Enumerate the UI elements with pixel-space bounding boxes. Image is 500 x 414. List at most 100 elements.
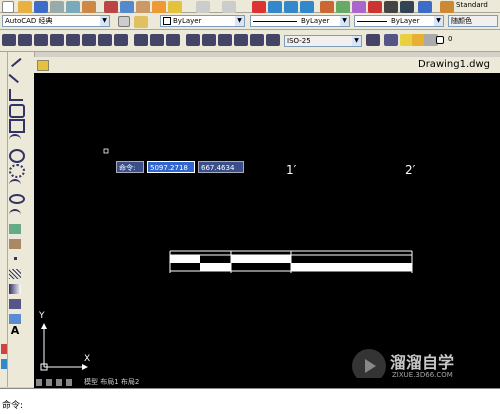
- aligned-dimension-icon[interactable]: [18, 34, 32, 46]
- insert-block-icon[interactable]: [9, 224, 21, 234]
- polygon-icon[interactable]: [9, 104, 25, 118]
- workspace-settings-icon[interactable]: [118, 16, 130, 27]
- design-center-icon[interactable]: [336, 1, 350, 13]
- plotstyle-combo[interactable]: 随颜色: [448, 15, 498, 27]
- dimension-update-icon[interactable]: [266, 34, 280, 46]
- dynamic-input-y[interactable]: 667.4634: [198, 161, 244, 173]
- undo-icon[interactable]: [196, 1, 210, 13]
- revision-cloud-icon[interactable]: [9, 164, 25, 178]
- markup-icon[interactable]: [384, 1, 398, 13]
- ellipse-icon[interactable]: [9, 194, 25, 204]
- table-icon[interactable]: [9, 314, 21, 324]
- draw-toolbar: A: [0, 52, 35, 387]
- scale-label-2: 2′: [405, 163, 416, 177]
- text-style-icon[interactable]: [440, 1, 454, 13]
- dimstyle-combo[interactable]: ISO-25 ▼: [284, 35, 362, 47]
- radius-icon[interactable]: [66, 34, 80, 46]
- ucs-y-label: Y: [39, 311, 45, 321]
- quick-dimension-icon[interactable]: [134, 34, 148, 46]
- jogged-icon[interactable]: [82, 34, 96, 46]
- dimension-text-edit-icon[interactable]: [250, 34, 264, 46]
- save-icon[interactable]: [34, 1, 48, 13]
- line-sample-icon: [357, 20, 387, 22]
- spline-icon[interactable]: [9, 179, 21, 191]
- tab-nav-icon[interactable]: [36, 379, 42, 386]
- make-block-icon[interactable]: [9, 239, 21, 249]
- dynamic-input-x[interactable]: 5097.2718: [147, 161, 195, 173]
- linetype-combo[interactable]: ByLayer ▼: [250, 15, 350, 27]
- watermark-text-cn: 溜溜自学: [390, 353, 455, 372]
- arc-icon[interactable]: [9, 134, 21, 146]
- continue-icon[interactable]: [166, 34, 180, 46]
- toolbar-divider: [7, 52, 8, 387]
- new-file-icon[interactable]: [2, 1, 14, 13]
- layer-color-icon[interactable]: [436, 36, 444, 44]
- tab-nav-icon[interactable]: [56, 379, 62, 386]
- layout-tabs-text[interactable]: 模型 布局1 布局2: [84, 378, 139, 387]
- rectangle-icon[interactable]: [9, 119, 25, 133]
- tolerance-icon[interactable]: [202, 34, 216, 46]
- zoom-realtime-icon[interactable]: [268, 1, 282, 13]
- linear-dimension-icon[interactable]: [2, 34, 16, 46]
- properties-icon[interactable]: [320, 1, 334, 13]
- gradient-icon[interactable]: [9, 284, 21, 294]
- pan-icon[interactable]: [252, 1, 266, 13]
- layer-states-icon[interactable]: [134, 16, 148, 28]
- ucs-x-label: X: [84, 354, 91, 364]
- open-file-icon[interactable]: [18, 1, 32, 13]
- command-line[interactable]: 命令:: [0, 388, 500, 414]
- zoom-previous-icon[interactable]: [300, 1, 314, 13]
- print-icon[interactable]: [50, 1, 64, 13]
- point-icon[interactable]: [9, 254, 21, 264]
- multiline-text-icon[interactable]: A: [9, 325, 21, 336]
- match-properties-icon[interactable]: [152, 1, 166, 13]
- lineweight-combo[interactable]: ByLayer ▼: [354, 15, 444, 27]
- chevron-down-icon: ▼: [235, 16, 244, 26]
- modify-tools-icon[interactable]: [1, 344, 7, 354]
- drawing-window: Drawing1.dwg 1′ 2′ X Y 命令: 5097.2718 667…: [34, 57, 500, 387]
- dimension-edit-icon[interactable]: [234, 34, 248, 46]
- paste-icon[interactable]: [136, 1, 150, 13]
- center-mark-icon[interactable]: [218, 34, 232, 46]
- chevron-down-icon: ▼: [352, 36, 361, 46]
- line-icon[interactable]: [8, 54, 22, 68]
- diameter-icon[interactable]: [98, 34, 112, 46]
- tab-nav-icon[interactable]: [66, 379, 72, 386]
- layer-combo[interactable]: ByLayer ▼: [160, 15, 245, 27]
- layer-current-value[interactable]: 0: [448, 35, 452, 43]
- copy-icon[interactable]: [120, 1, 134, 13]
- dimension-style-icon[interactable]: [366, 34, 380, 46]
- workspace-layers-toolbar: AutoCAD 经典 ▼ ByLayer ▼ ByLayer ▼ ByLayer ▼ 随…: [0, 13, 500, 30]
- dynamic-input-prompt: 命令:: [116, 161, 144, 173]
- ellipse-arc-icon[interactable]: [9, 209, 21, 221]
- brush-icon[interactable]: [168, 1, 182, 13]
- chevron-down-icon: ▼: [340, 16, 349, 26]
- redo-icon[interactable]: [222, 1, 236, 13]
- command-prompt: 命令:: [2, 401, 24, 411]
- construction-line-icon[interactable]: [8, 70, 22, 84]
- workspace-select[interactable]: AutoCAD 经典 ▼: [2, 15, 110, 27]
- ordinate-icon[interactable]: [50, 34, 64, 46]
- baseline-icon[interactable]: [150, 34, 164, 46]
- zoom-window-icon[interactable]: [284, 1, 298, 13]
- sheet-set-icon[interactable]: [368, 1, 382, 13]
- text-style-label[interactable]: Standard: [456, 1, 488, 9]
- cut-icon[interactable]: [104, 1, 118, 13]
- tool-palettes-icon[interactable]: [352, 1, 366, 13]
- leader-icon[interactable]: [186, 34, 200, 46]
- layer-manager-icon[interactable]: [384, 34, 398, 46]
- help-icon[interactable]: [418, 1, 432, 13]
- scale-label-1: 1′: [286, 163, 297, 177]
- angular-icon[interactable]: [114, 34, 128, 46]
- hatch-icon[interactable]: [9, 269, 21, 279]
- circle-icon[interactable]: [9, 149, 25, 163]
- calculator-icon[interactable]: [400, 1, 414, 13]
- modify-tools-icon[interactable]: [1, 359, 7, 369]
- drawing-canvas[interactable]: 1′ 2′ X Y 命令: 5097.2718 667.4634 溜溜自学 ZI…: [34, 73, 500, 387]
- region-icon[interactable]: [9, 299, 21, 309]
- tab-nav-icon[interactable]: [46, 379, 52, 386]
- polyline-icon[interactable]: [9, 89, 23, 101]
- publish-icon[interactable]: [82, 1, 96, 13]
- preview-icon[interactable]: [66, 1, 80, 13]
- arc-length-icon[interactable]: [34, 34, 48, 46]
